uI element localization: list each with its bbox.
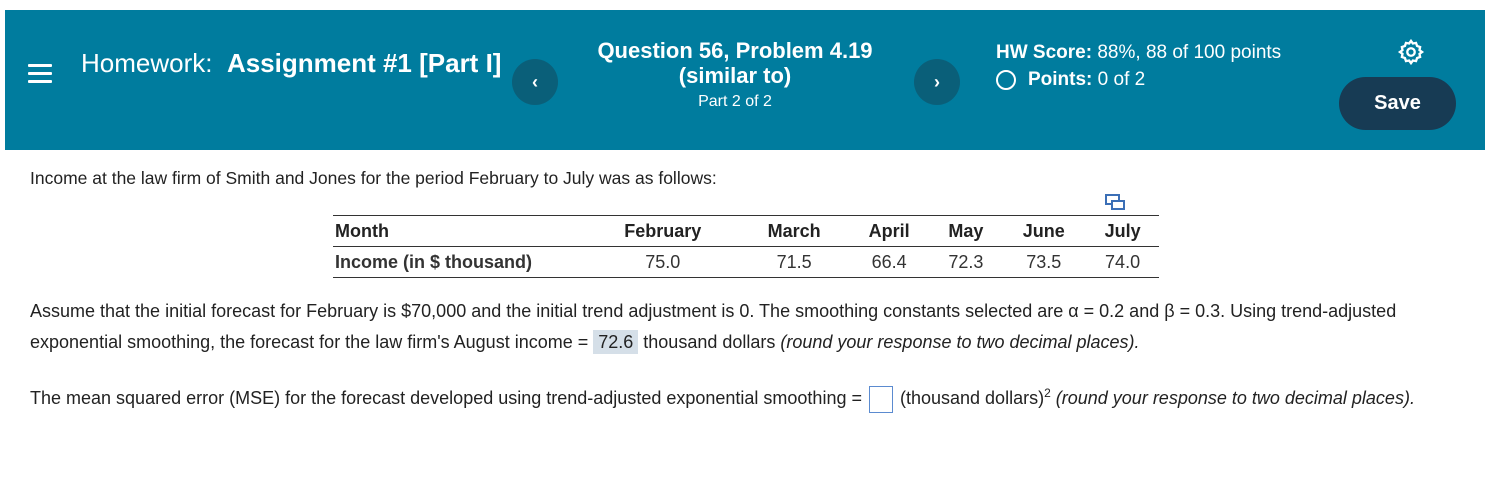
income-march: 71.5	[776, 251, 812, 272]
problem-intro: Income at the law firm of Smith and Jone…	[30, 168, 717, 188]
score-block: HW Score: 88%, 88 of 100 points Points: …	[996, 39, 1296, 93]
question-info: Question 56, Problem 4.19 (similar to) P…	[565, 38, 905, 111]
income-july: 74.0	[1105, 251, 1141, 272]
mse-units-exponent: 2	[1044, 386, 1051, 400]
next-question-button[interactable]: ›	[914, 59, 960, 105]
mse-text: The mean squared error (MSE) for the for…	[30, 388, 867, 408]
points-label: Points:	[1028, 69, 1093, 90]
income-february: 75.0	[645, 251, 681, 272]
points-row: Points: 0 of 2	[996, 66, 1296, 93]
top-bar: Homework: Assignment #1 [Part I] ‹ Quest…	[5, 10, 1485, 150]
save-button[interactable]: Save	[1339, 77, 1456, 130]
circle-icon	[996, 69, 1016, 90]
question-title: Question 56, Problem 4.19 (similar to)	[597, 38, 873, 88]
homework-title: Homework: Assignment #1 [Part I]	[81, 50, 521, 77]
menu-icon[interactable]	[28, 64, 52, 88]
assignment-name: Assignment #1 [Part I]	[226, 48, 502, 78]
homework-prefix: Homework:	[81, 48, 213, 78]
table-row: Income (in $ thousand) 75.0 71.5 66.4 72…	[333, 247, 1159, 278]
hw-score: HW Score: 88%, 88 of 100 points	[996, 39, 1296, 66]
mse-units: (thousand dollars)	[894, 388, 1045, 408]
points-value: 0 of 2	[1097, 69, 1146, 90]
income-june: 73.5	[1026, 251, 1062, 272]
income-table-container: Month February March April May June July…	[333, 194, 1159, 278]
chevron-right-icon: ›	[934, 71, 940, 92]
table-header-row: Month February March April May June July	[333, 215, 1159, 247]
header-february: February	[624, 220, 702, 241]
forecast-question: Assume that the initial forecast for Feb…	[30, 296, 1450, 358]
mse-question: The mean squared error (MSE) for the for…	[30, 378, 1470, 413]
hw-score-label: HW Score:	[996, 42, 1093, 63]
chevron-left-icon: ‹	[532, 71, 538, 92]
previous-question-button[interactable]: ‹	[512, 59, 558, 105]
copy-table-icon[interactable]	[1104, 193, 1126, 211]
forecast-units: thousand dollars	[638, 332, 781, 352]
mse-rounding-note: (round your response to two decimal plac…	[1050, 388, 1415, 408]
mse-answer-input[interactable]	[868, 385, 893, 413]
header-may: May	[948, 220, 984, 241]
header-july: July	[1104, 220, 1141, 241]
income-april: 66.4	[871, 251, 907, 272]
gear-icon[interactable]	[1397, 38, 1425, 66]
hw-score-value: 88%, 88 of 100 points	[1097, 42, 1282, 63]
header-april: April	[868, 220, 910, 241]
forecast-rounding-note: (round your response to two decimal plac…	[780, 332, 1140, 352]
header-month: Month	[335, 220, 389, 241]
income-table: Month February March April May June July…	[333, 215, 1159, 278]
header-march: March	[767, 220, 821, 241]
question-part: Part 2 of 2	[698, 93, 772, 110]
header-june: June	[1022, 220, 1065, 241]
income-row-label: Income (in $ thousand)	[335, 251, 533, 272]
forecast-answer-field[interactable]: 72.6	[593, 330, 639, 354]
income-may: 72.3	[948, 251, 984, 272]
